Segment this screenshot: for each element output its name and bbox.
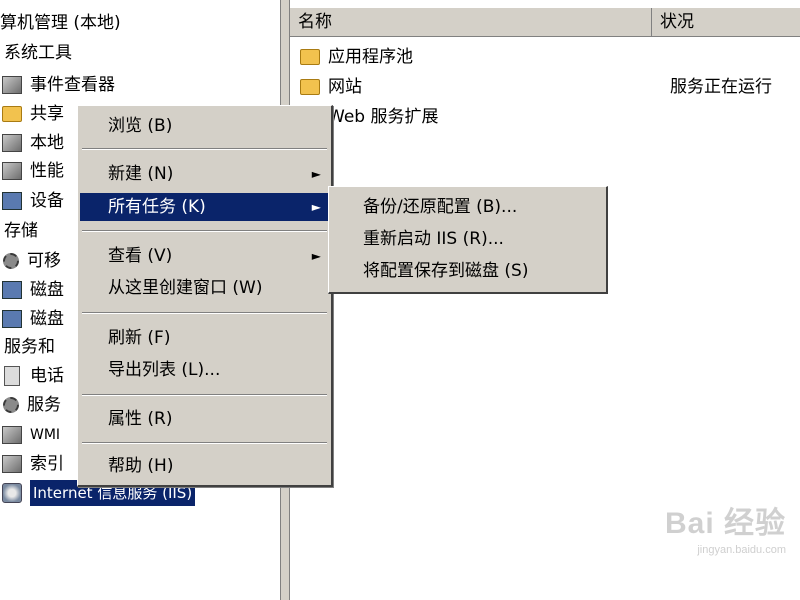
tree-item-label: 共享 <box>30 104 64 124</box>
tree-item-label: 算机管理 (本地) <box>0 13 121 33</box>
device-manager-icon <box>2 192 22 210</box>
list-item[interactable]: 网站 服务正在运行 <box>298 74 798 100</box>
tree-item-local-users[interactable]: 本地 <box>0 130 64 156</box>
services-icon <box>3 397 19 413</box>
menu-item-label: 将配置保存到磁盘 (S) <box>363 261 529 281</box>
tree-item-label: 本地 <box>30 133 64 153</box>
tree-item-indexing-service[interactable]: 索引 <box>0 451 64 477</box>
column-header-name[interactable]: 名称 <box>290 8 652 36</box>
column-header-status[interactable]: 状况 <box>652 8 800 36</box>
tree-item-event-viewer[interactable]: 事件查看器 <box>0 72 115 98</box>
folder-icon <box>300 79 320 95</box>
menu-item-label: 备份/还原配置 (B)... <box>363 197 518 217</box>
menu-item-label: 刷新 (F) <box>108 328 171 348</box>
list-item-name: 网站 <box>328 77 362 97</box>
list-item[interactable]: 应用程序池 <box>298 44 413 70</box>
menu-item-backup-restore[interactable]: 备份/还原配置 (B)... <box>331 193 604 221</box>
tree-item-label: 电话 <box>30 366 64 386</box>
wmi-control-icon <box>2 426 22 444</box>
menu-item-label: 所有任务 (K) <box>108 197 206 217</box>
telephony-icon <box>4 366 20 386</box>
menu-separator <box>82 442 327 444</box>
tree-item-device-manager[interactable]: 设备 <box>0 188 64 214</box>
tree-item-performance[interactable]: 性能 <box>0 158 64 184</box>
shared-folder-icon <box>2 106 22 122</box>
tree-item-label: 服务 <box>27 395 61 415</box>
tree-item-shared-folders[interactable]: 共享 <box>0 101 64 127</box>
submenu-arrow-icon: ► <box>311 249 321 263</box>
submenu-arrow-icon: ► <box>311 200 321 214</box>
menu-item-refresh[interactable]: 刷新 (F) <box>80 324 329 352</box>
tree-item-label: 设备 <box>30 191 64 211</box>
tree-item-disk-defrag[interactable]: 磁盘 <box>0 277 64 303</box>
menu-item-restart-iis[interactable]: 重新启动 IIS (R)... <box>331 225 604 253</box>
all-tasks-submenu: 备份/还原配置 (B)... 重新启动 IIS (R)... 将配置保存到磁盘 … <box>328 186 608 294</box>
tree-item-label: 磁盘 <box>30 309 64 329</box>
event-viewer-icon <box>2 76 22 94</box>
tree-item-label: 存储 <box>4 221 38 241</box>
tree-item-wmi-control[interactable]: WMI <box>0 422 60 448</box>
menu-item-label: 从这里创建窗口 (W) <box>108 278 263 298</box>
disk-defrag-icon <box>2 281 22 299</box>
menu-item-browse[interactable]: 浏览 (B) <box>80 112 329 140</box>
disk-management-icon <box>2 310 22 328</box>
tree-item-label: WMI <box>30 427 61 443</box>
menu-item-label: 查看 (V) <box>108 246 173 266</box>
context-menu: 浏览 (B) 新建 (N) ► 所有任务 (K) ► 查看 (V) ► 从这里创… <box>77 105 333 487</box>
tree-item-removable-storage[interactable]: 可移 <box>0 248 61 274</box>
tree-item-label: 事件查看器 <box>30 75 115 95</box>
folder-icon <box>300 49 320 65</box>
menu-item-label: 新建 (N) <box>108 164 174 184</box>
menu-separator <box>82 394 327 396</box>
menu-item-label: 浏览 (B) <box>108 116 173 136</box>
local-users-icon <box>2 134 22 152</box>
tree-item-label: 服务和 <box>4 337 55 357</box>
tree-item-telephony[interactable]: 电话 <box>0 363 64 389</box>
tree-item-services-apps[interactable]: 服务和 <box>4 334 55 360</box>
menu-separator <box>82 312 327 314</box>
menu-item-label: 属性 (R) <box>108 409 173 429</box>
tree-item-label: 可移 <box>27 251 61 271</box>
tree-item-label: 性能 <box>30 161 64 181</box>
tree-item-disk-management[interactable]: 磁盘 <box>0 306 64 332</box>
tree-item-label: 磁盘 <box>30 280 64 300</box>
tree-item-services[interactable]: 服务 <box>0 392 61 418</box>
menu-item-save-config[interactable]: 将配置保存到磁盘 (S) <box>331 257 604 285</box>
performance-icon <box>2 162 22 180</box>
removable-storage-icon <box>3 253 19 269</box>
menu-item-new-window[interactable]: 从这里创建窗口 (W) <box>80 274 329 302</box>
list-item-name: 应用程序池 <box>328 47 413 67</box>
menu-item-new[interactable]: 新建 (N) ► <box>80 160 329 188</box>
iis-icon <box>2 483 22 503</box>
menu-item-all-tasks[interactable]: 所有任务 (K) ► <box>80 193 329 221</box>
tree-item-label: 索引 <box>30 454 64 474</box>
menu-separator <box>82 230 327 232</box>
menu-item-properties[interactable]: 属性 (R) <box>80 405 329 433</box>
indexing-service-icon <box>2 455 22 473</box>
list-item-name: Web 服务扩展 <box>328 107 439 127</box>
menu-separator <box>82 148 327 150</box>
menu-item-label: 导出列表 (L)... <box>108 360 221 380</box>
baidu-watermark: Bai 经验 jingyan.baidu.com <box>665 498 786 556</box>
tree-item-storage[interactable]: 存储 <box>4 218 38 244</box>
menu-item-label: 重新启动 IIS (R)... <box>363 229 504 249</box>
tree-item-label: 系统工具 <box>4 43 72 63</box>
submenu-arrow-icon: ► <box>311 167 321 181</box>
watermark-url: jingyan.baidu.com <box>697 544 786 556</box>
menu-item-label: 帮助 (H) <box>108 456 174 476</box>
menu-item-export-list[interactable]: 导出列表 (L)... <box>80 356 329 384</box>
list-item-status: 服务正在运行 <box>670 77 772 97</box>
list-header: 名称 状况 <box>290 8 800 37</box>
tree-item-computer-management[interactable]: 算机管理 (本地) <box>0 10 121 36</box>
menu-item-view[interactable]: 查看 (V) ► <box>80 242 329 270</box>
watermark-logo: Bai 经验 <box>664 507 786 540</box>
menu-item-help[interactable]: 帮助 (H) <box>80 452 329 480</box>
tree-item-system-tools[interactable]: 系统工具 <box>4 40 72 66</box>
